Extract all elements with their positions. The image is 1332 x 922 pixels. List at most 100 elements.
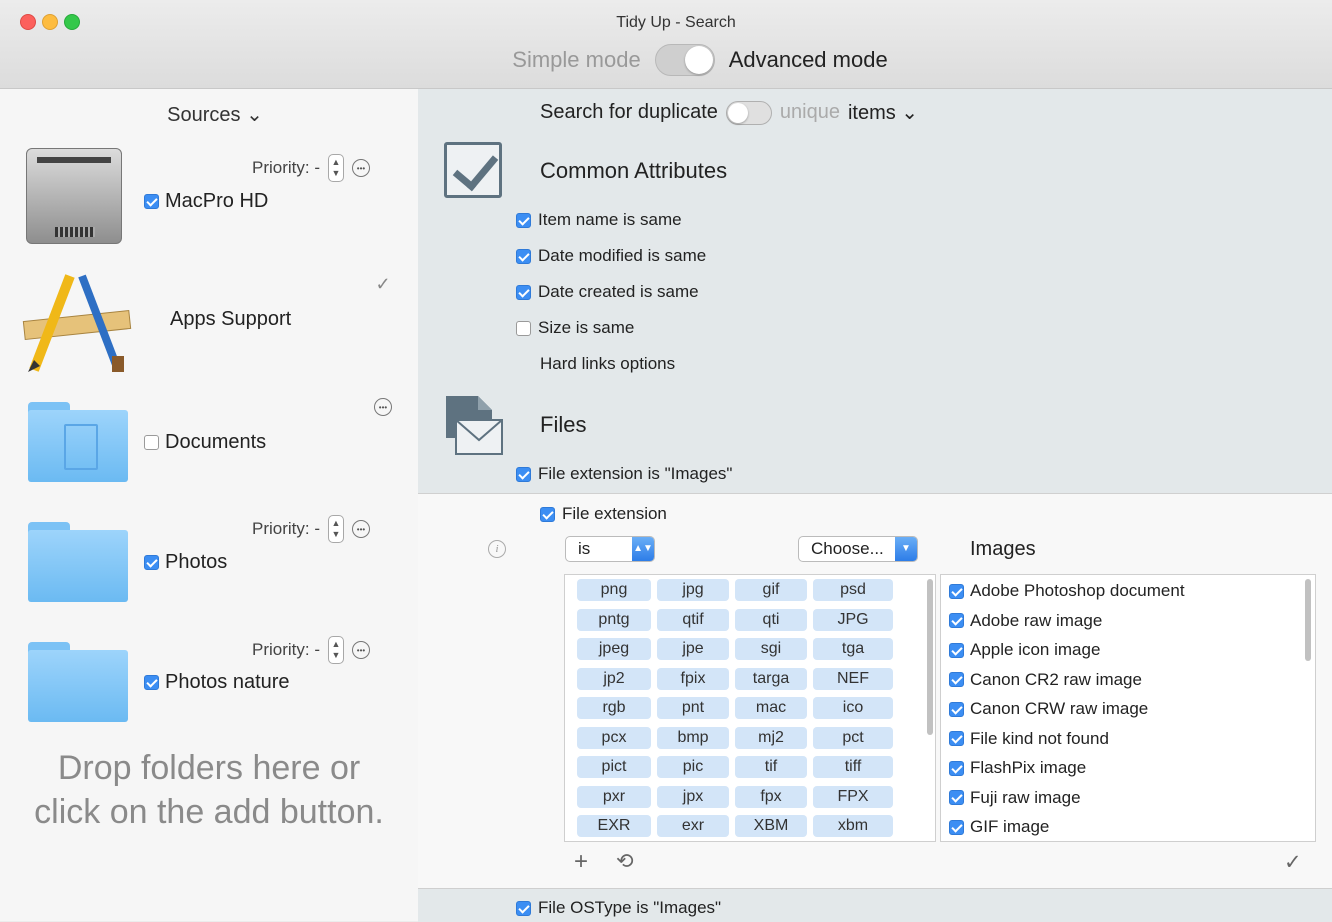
criterion-checkbox[interactable]	[516, 900, 531, 916]
extension-token[interactable]: fpix	[657, 667, 729, 690]
duplicate-unique-toggle[interactable]	[725, 100, 772, 125]
extension-token[interactable]: rgb	[577, 697, 651, 719]
extension-token[interactable]: pcx	[577, 726, 651, 749]
extension-token[interactable]: jpx	[657, 785, 729, 808]
more-options-icon[interactable]: •••	[352, 159, 370, 177]
extension-token[interactable]: qti	[735, 608, 807, 631]
operator-select[interactable]: is ▲▼	[565, 536, 655, 562]
image-type-checkbox[interactable]	[949, 731, 964, 746]
token-scrollbar[interactable]	[927, 579, 933, 735]
extension-token[interactable]: jpe	[657, 638, 729, 660]
source-photos-nature[interactable]: Photos nature	[144, 671, 290, 694]
add-icon[interactable]: +	[574, 848, 588, 876]
option-item-name[interactable]: Item name is same	[516, 210, 682, 230]
option-date-created[interactable]: Date created is same	[516, 282, 699, 302]
extension-token[interactable]: tga	[813, 638, 893, 660]
image-type-item[interactable]: Adobe Photoshop document	[949, 581, 1185, 601]
extension-token-field[interactable]: png jpg gif psd pntg qtif qti JPG jpeg jpe sgi tga j…	[564, 574, 936, 842]
option-checkbox[interactable]	[516, 284, 531, 300]
source-photos[interactable]: Photos	[144, 551, 227, 574]
source-macpro-hd[interactable]: MacPro HD	[144, 190, 268, 213]
priority-stepper[interactable]: ▲ ▼	[328, 154, 344, 182]
extension-token[interactable]: pic	[657, 756, 729, 778]
image-type-checkbox[interactable]	[949, 672, 964, 687]
extension-token[interactable]: mac	[735, 697, 807, 719]
extension-token[interactable]: xbm	[813, 815, 893, 837]
image-type-item[interactable]: FlashPix image	[949, 758, 1086, 778]
image-type-item[interactable]: Adobe raw image	[949, 611, 1102, 631]
extension-token[interactable]: tif	[735, 756, 807, 778]
sources-menu[interactable]: Sources ⌄	[0, 102, 430, 127]
extension-token[interactable]: pntg	[577, 608, 651, 631]
more-options-icon[interactable]: •••	[374, 398, 392, 416]
priority-stepper[interactable]: ▲ ▼	[328, 636, 344, 664]
image-type-checkbox[interactable]	[949, 583, 964, 599]
option-checkbox[interactable]	[516, 320, 531, 336]
choose-select[interactable]: Choose... ▼	[798, 536, 918, 562]
unique-label[interactable]: unique	[780, 101, 840, 124]
extension-token[interactable]: mj2	[735, 726, 807, 749]
priority-stepper[interactable]: ▲ ▼	[328, 515, 344, 543]
criterion-checkbox[interactable]	[516, 466, 531, 482]
extension-token[interactable]: EXR	[577, 815, 651, 837]
image-type-item[interactable]: GIF image	[949, 817, 1049, 837]
image-type-item[interactable]: Canon CRW raw image	[949, 699, 1148, 719]
image-type-checkbox[interactable]	[949, 701, 964, 717]
hard-links-options[interactable]: Hard links options	[540, 354, 675, 374]
option-date-modified[interactable]: Date modified is same	[516, 246, 706, 266]
option-checkbox[interactable]	[516, 212, 531, 228]
confirm-checkmark-icon[interactable]: ✓	[1284, 850, 1302, 875]
image-type-item[interactable]: File kind not found	[949, 729, 1109, 749]
extension-token[interactable]: jp2	[577, 667, 651, 690]
image-type-checkbox[interactable]	[949, 642, 964, 658]
extension-token[interactable]: targa	[735, 667, 807, 690]
image-type-checkbox[interactable]	[949, 790, 964, 805]
source-checkbox[interactable]	[144, 675, 159, 690]
file-extension-images-criterion[interactable]: File extension is "Images"	[516, 464, 732, 484]
extension-token[interactable]: psd	[813, 579, 893, 601]
option-size[interactable]: Size is same	[516, 318, 634, 338]
extension-token[interactable]: pict	[577, 756, 651, 778]
extension-token[interactable]: sgi	[735, 638, 807, 660]
extension-token[interactable]: qtif	[657, 608, 729, 631]
extension-token[interactable]: pct	[813, 726, 893, 749]
image-type-item[interactable]: Canon CR2 raw image	[949, 670, 1142, 690]
extension-token[interactable]: bmp	[657, 726, 729, 749]
extension-token[interactable]: tiff	[813, 756, 893, 778]
source-checkbox[interactable]	[144, 555, 159, 570]
more-options-icon[interactable]: •••	[352, 520, 370, 538]
image-type-item[interactable]: Fuji raw image	[949, 788, 1081, 808]
more-options-icon[interactable]: •••	[352, 641, 370, 659]
extension-token[interactable]: gif	[735, 579, 807, 601]
extension-token[interactable]: jpeg	[577, 638, 651, 660]
extension-token[interactable]: exr	[657, 815, 729, 837]
source-checkbox[interactable]	[144, 435, 159, 450]
file-extension-option[interactable]: File extension	[540, 504, 667, 524]
extension-token[interactable]: NEF	[813, 667, 893, 690]
file-ostype-images-criterion[interactable]: File OSType is "Images"	[516, 898, 721, 918]
extension-token[interactable]: png	[577, 579, 651, 601]
image-type-checkbox[interactable]	[949, 613, 964, 628]
source-apps-support[interactable]: Apps Support	[170, 308, 291, 331]
image-type-checkbox[interactable]	[949, 819, 964, 835]
option-checkbox[interactable]	[540, 506, 555, 522]
source-checkbox[interactable]	[144, 194, 159, 209]
source-documents[interactable]: Documents	[144, 431, 266, 454]
items-menu[interactable]: items ⌄	[848, 100, 918, 125]
advanced-mode-label[interactable]: Advanced mode	[729, 47, 888, 73]
extension-token[interactable]: pxr	[577, 785, 651, 808]
simple-mode-label[interactable]: Simple mode	[512, 47, 640, 73]
extension-token[interactable]: ico	[813, 697, 893, 719]
mode-toggle[interactable]	[654, 44, 715, 76]
extension-token[interactable]: XBM	[735, 815, 807, 837]
extension-token[interactable]: JPG	[813, 608, 893, 631]
option-checkbox[interactable]	[516, 248, 531, 264]
list-scrollbar[interactable]	[1305, 579, 1311, 661]
info-icon[interactable]: i	[488, 540, 506, 558]
extension-token[interactable]: fpx	[735, 785, 807, 808]
extension-token[interactable]: pnt	[657, 697, 729, 719]
revert-icon[interactable]: ⟲	[616, 849, 634, 874]
image-type-item[interactable]: Apple icon image	[949, 640, 1100, 660]
image-type-checkbox[interactable]	[949, 760, 964, 776]
extension-token[interactable]: FPX	[813, 785, 893, 808]
